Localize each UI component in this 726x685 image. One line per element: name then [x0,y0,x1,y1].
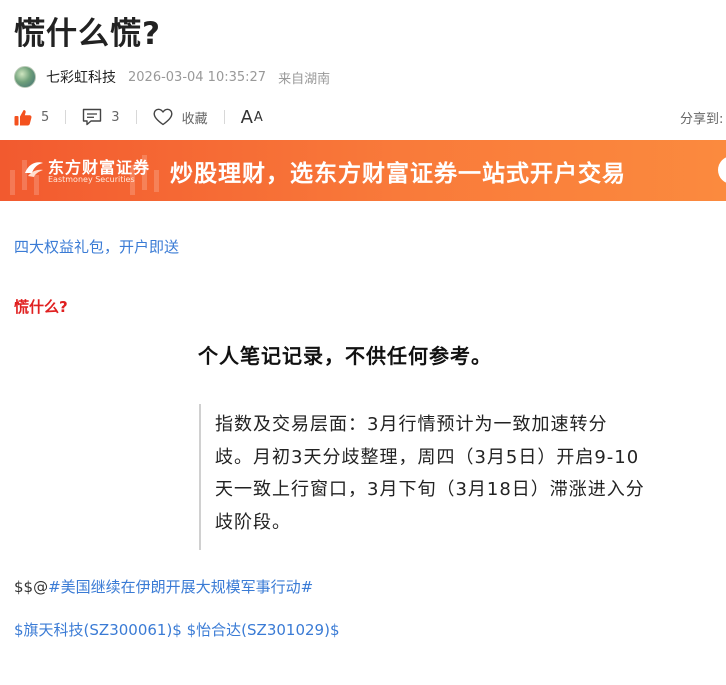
promo-link[interactable]: 四大权益礼包，开户即送 [14,236,179,257]
note-heading: 个人笔记记录，不供任何参考。 [198,344,492,368]
eastmoney-logo-icon [25,162,43,177]
divider [65,110,67,124]
topic-line: $$@#美国继续在伊朗开展大规模军事行动# [14,576,313,597]
comment-count: 3 [111,109,120,125]
quote-border [199,404,201,550]
heart-icon [153,108,173,126]
stock-link[interactable]: $旗天科技(SZ300061)$ [14,621,182,639]
author-meta: 七彩虹科技 2026-03-04 10:35:27 来自湖南 [14,64,330,90]
quote-line: 歧阶段。 [215,512,291,533]
quote-line: 指数及交易层面：3月行情预计为一致加速转分 [215,414,608,435]
banner-slogan: 炒股理财，选东方财富证券一站式开户交易 [170,161,626,187]
quote-line: 歧。月初3天分歧整理，周四（3月5日）开启9-10 [215,447,640,468]
collect-button[interactable]: 收藏 [153,108,208,127]
article-title: 慌什么慌? [14,16,161,52]
action-bar: 5 3 收藏 AA 分享到: [14,104,726,130]
topic-tag-link[interactable]: #美国继续在伊朗开展大规模军事行动# [48,578,313,596]
banner-cta-circle[interactable] [718,156,726,184]
like-button[interactable]: 5 [14,109,49,126]
post-location: 来自湖南 [278,71,331,87]
divider [223,110,225,124]
ad-banner[interactable]: 东方财富证券 Eastmoney Securities 炒股理财，选东方财富证券… [0,140,726,201]
like-count: 5 [41,109,50,125]
thumbs-up-icon [14,109,32,126]
comment-icon [82,108,102,126]
stock-link[interactable]: $怡合达(SZ301029)$ [187,621,340,639]
author-avatar[interactable] [14,66,36,88]
post-date: 2026-03-04 10:35:27 [128,69,267,85]
font-size-large: A [240,106,254,128]
comment-button[interactable]: 3 [82,108,120,126]
font-size-button[interactable]: AA [241,107,264,128]
author-name[interactable]: 七彩虹科技 [46,67,116,87]
content-title: 慌什么? [14,298,68,316]
topic-prefix: $$@ [14,578,49,596]
brand-name-en: Eastmoney Securities [48,175,135,184]
share-label[interactable]: 分享到: [680,108,726,127]
font-size-small: A [253,109,264,125]
quote-line: 天一致上行窗口，3月下旬（3月18日）滞涨进入分 [215,479,645,500]
stock-links: $旗天科技(SZ300061)$ $怡合达(SZ301029)$ [14,619,340,640]
collect-label: 收藏 [181,111,208,127]
divider [135,110,137,124]
